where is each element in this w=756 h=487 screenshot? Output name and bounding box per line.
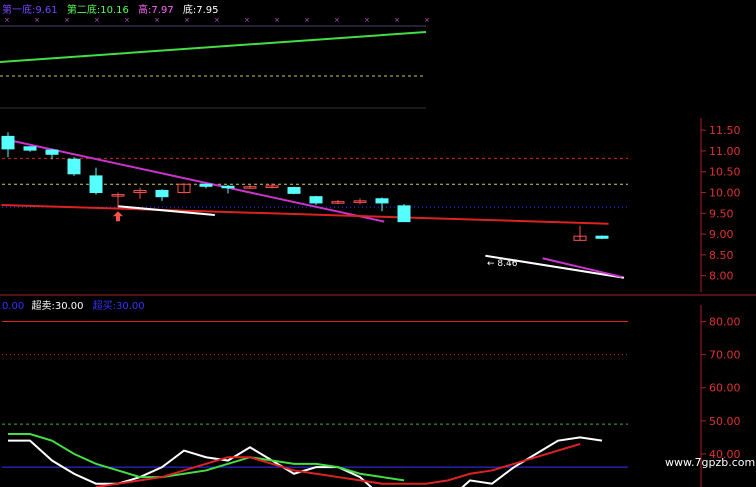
price-ytick-label: 11.00	[709, 145, 741, 158]
indicator-series-red	[95, 443, 581, 487]
price-ytick-label: 8.00	[709, 270, 734, 283]
indicator-lead-value: 0.00	[2, 301, 25, 312]
top-strip-marker: ×	[64, 16, 70, 24]
high-value: 7.97	[151, 5, 174, 16]
candle-body	[89, 175, 103, 194]
up-arrow-icon	[113, 211, 123, 222]
first-bottom-label: 第一底:	[2, 5, 36, 16]
top-strip-marker: ×	[214, 16, 220, 24]
candle-body	[221, 185, 235, 189]
price-ytick-label: 9.50	[709, 207, 734, 220]
oversold-label: 超卖:	[31, 301, 55, 312]
overbought-label: 超买:	[92, 301, 117, 312]
top-strip-marker: ×	[274, 16, 280, 24]
trend_magenta_1	[1, 137, 385, 223]
indicator-ytick-label: 50.00	[709, 415, 741, 428]
candle-body	[287, 187, 301, 194]
price-ytick-label: 9.00	[709, 228, 734, 241]
candle-body	[45, 149, 59, 155]
candle-body	[1, 135, 15, 150]
top-strip-marker: ×	[34, 16, 40, 24]
candle-body	[67, 158, 81, 175]
top-strip-marker: ×	[424, 16, 430, 24]
top-strip-marker: ×	[304, 16, 310, 24]
indicator-series-white	[8, 436, 603, 487]
first-bottom-value: 9.61	[35, 5, 58, 16]
top-strip-marker: ×	[364, 16, 370, 24]
high-label: 高:	[138, 5, 152, 16]
top-strip-marker: ×	[4, 16, 10, 24]
candle-body	[397, 205, 411, 223]
top-strip-marker: ×	[184, 16, 190, 24]
price-ytick-label: 11.50	[709, 124, 741, 137]
top-strip-marker: ×	[394, 16, 400, 24]
bottom-label: 底:	[182, 5, 197, 16]
stock-chart: × × × × × × × × × × × × × × × 11.50 11.00 10.50 10.00 9.50 9…	[0, 0, 756, 487]
candle-body	[155, 189, 169, 198]
top-green-line	[0, 31, 427, 63]
price-ytick-label: 10.00	[709, 187, 741, 200]
trend_red	[1, 204, 609, 225]
candle-body	[375, 198, 389, 204]
bottom-value: 7.95	[196, 5, 219, 16]
second-bottom-value: 10.16	[100, 5, 129, 16]
top-strip-marker: ×	[334, 16, 340, 24]
price-ytick-label: 8.50	[709, 249, 734, 262]
header-row: 第一底:9.61 第二底:10.16 高:7.97 底:7.95	[2, 1, 219, 16]
indicator-header-row: 0.00 超卖:30.00 超买:30.00	[2, 297, 145, 312]
candle-body	[309, 196, 323, 204]
indicator-ytick-label: 60.00	[709, 382, 741, 395]
top-strip-marker: ×	[94, 16, 100, 24]
candle-body	[23, 146, 37, 151]
chart-canvas: × × × × × × × × × × × × × × × 11.50 11.00 10.50 10.00 9.50 9…	[0, 16, 756, 487]
candle-body	[199, 183, 213, 187]
second-bottom-label: 第二底:	[66, 5, 101, 16]
top-strip-marker: ×	[154, 16, 160, 24]
price-ytick-label: 10.50	[709, 166, 741, 179]
candle-body	[595, 235, 609, 239]
watermark: www.7gpzb.com	[665, 456, 756, 469]
indicator-ytick-label: 80.00	[709, 316, 741, 329]
indicator-ytick-label: 70.00	[709, 349, 741, 362]
top-strip-marker: ×	[244, 16, 250, 24]
top-strip-marker: ×	[124, 16, 130, 24]
overbought-value: 30.00	[116, 301, 145, 312]
price-annotation: ← 8.46	[487, 259, 518, 269]
oversold-value: 30.00	[54, 301, 84, 312]
